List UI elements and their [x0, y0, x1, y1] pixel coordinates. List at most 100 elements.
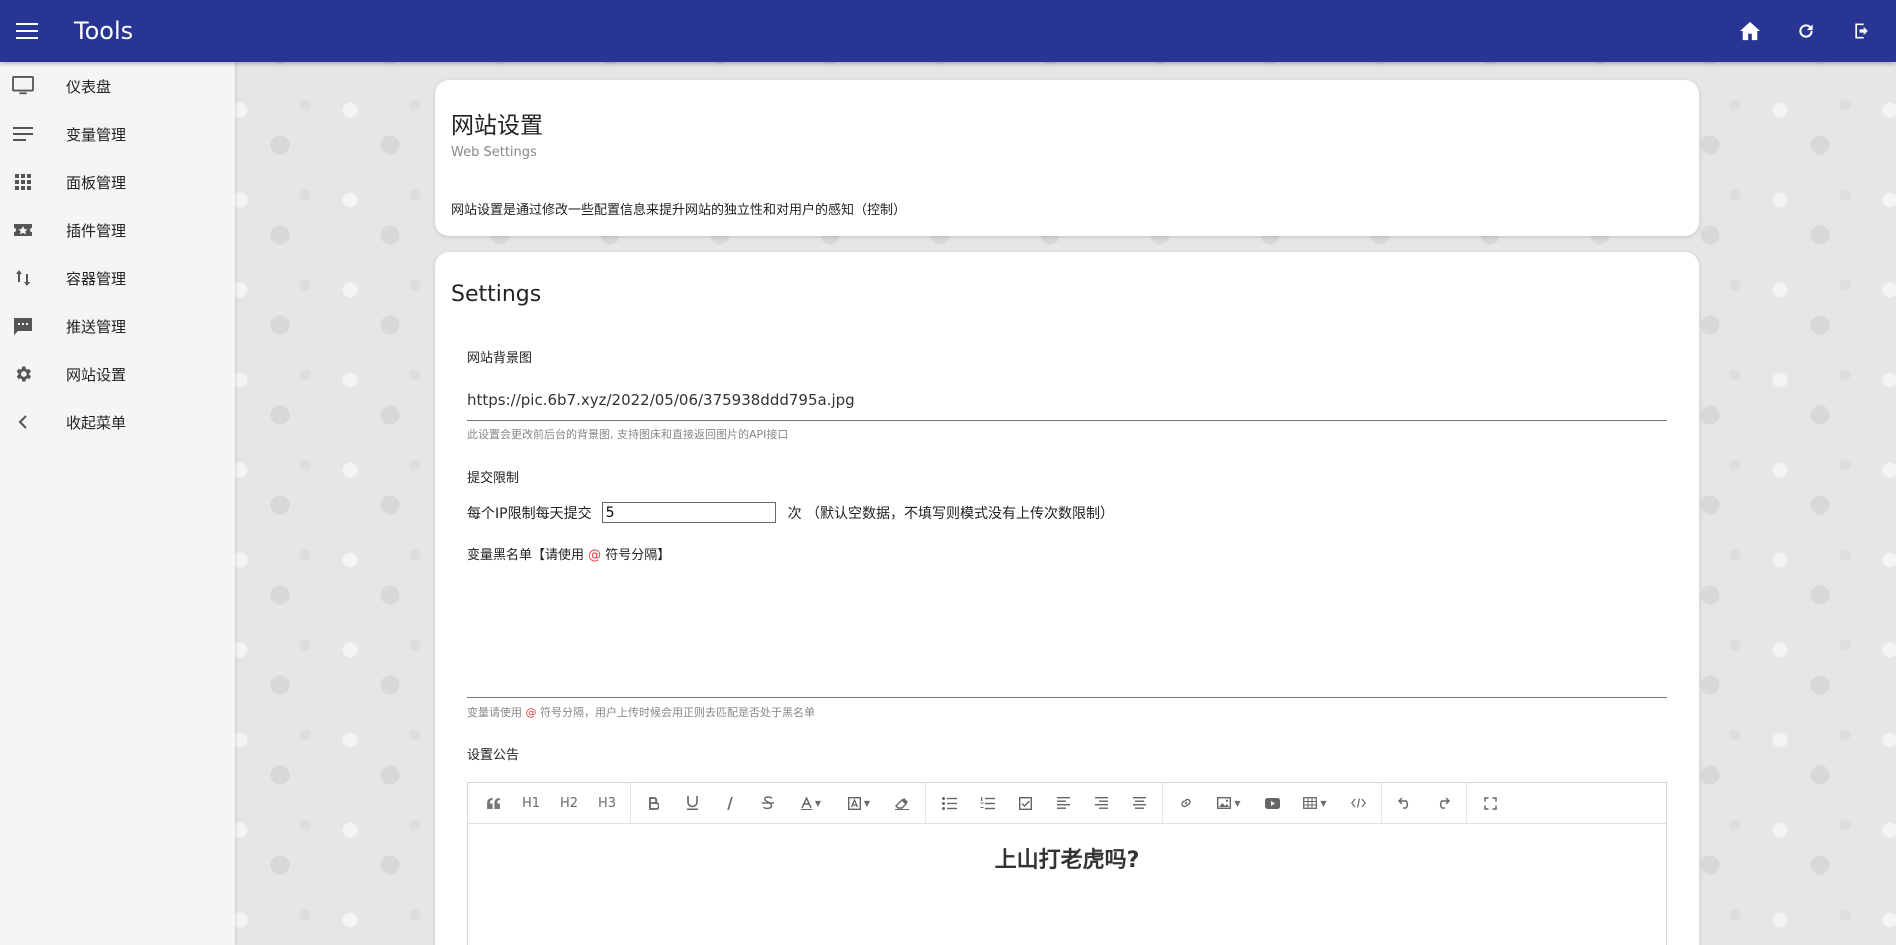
checklist-icon — [1018, 796, 1032, 810]
eraser-icon — [895, 797, 909, 810]
highlight-icon — [847, 796, 861, 810]
blacklist-hint: 变量请使用 @ 符号分隔，用户上传时候会用正则去匹配是否处于黑名单 — [467, 704, 815, 720]
list-icon — [13, 127, 33, 141]
bold-button[interactable] — [635, 783, 673, 824]
background-image-hint: 此设置会更改前后台的背景图, 支持图床和直接返回图片的API接口 — [467, 428, 789, 441]
undo-icon — [1398, 797, 1409, 809]
h2-button[interactable]: H2 — [550, 783, 588, 824]
sidebar-item-variables[interactable]: 变量管理 — [0, 110, 235, 158]
sidebar-item-push[interactable]: 推送管理 — [0, 302, 235, 350]
menu-button[interactable] — [0, 0, 54, 62]
undo-button[interactable] — [1386, 783, 1424, 824]
clear-format-button[interactable] — [883, 783, 921, 824]
blacklist-hint-pre: 变量请使用 — [467, 706, 526, 719]
toolbar-divider — [925, 782, 926, 824]
hamburger-icon — [16, 23, 38, 39]
logout-icon — [1855, 23, 1868, 39]
settings-title: Settings — [451, 282, 542, 307]
at-symbol: @ — [588, 548, 602, 563]
sidebar-item-web-settings[interactable]: 网站设置 — [0, 350, 235, 398]
align-left-icon — [1056, 797, 1070, 809]
fullscreen-button[interactable] — [1471, 783, 1509, 824]
italic-button[interactable] — [711, 783, 749, 824]
toolbar-divider — [1162, 782, 1163, 824]
sidebar-item-label: 容器管理 — [66, 269, 127, 288]
strikethrough-icon — [762, 796, 774, 810]
notice-editor: H1 H2 H3 ▼ ▼ ▼ ▼ 上山打老虎吗? — [467, 782, 1667, 945]
sidebar-item-panels[interactable]: 面板管理 — [0, 158, 235, 206]
h1-button[interactable]: H1 — [512, 783, 550, 824]
chevron-down-icon: ▼ — [863, 798, 871, 808]
background-image-input[interactable] — [467, 379, 1667, 421]
swap-vertical-icon — [16, 270, 30, 286]
video-button[interactable] — [1253, 783, 1291, 824]
table-button[interactable]: ▼ — [1291, 783, 1339, 824]
strikethrough-button[interactable] — [749, 783, 787, 824]
page-subtitle: Web Settings — [451, 145, 537, 160]
bullet-list-button[interactable] — [930, 783, 968, 824]
blacklist-label-post: 符号分隔】 — [601, 548, 671, 563]
sidebar-item-plugins[interactable]: 插件管理 — [0, 206, 235, 254]
blacklist-hint-post: 符号分隔，用户上传时候会用正则去匹配是否处于黑名单 — [536, 706, 815, 719]
submit-limit-prefix: 每个IP限制每天提交 — [467, 505, 592, 522]
sidebar-item-label: 插件管理 — [66, 221, 127, 240]
sidebar-item-collapse[interactable]: 收起菜单 — [0, 398, 235, 446]
app-title: Tools — [74, 17, 134, 45]
apps-grid-icon — [15, 174, 31, 190]
logout-button[interactable] — [1834, 0, 1890, 62]
sidebar-item-dashboard[interactable]: 仪表盘 — [0, 62, 235, 110]
submit-limit-input[interactable] — [601, 502, 776, 523]
align-left-button[interactable] — [1044, 783, 1082, 824]
submit-limit-label: 提交限制 — [467, 471, 520, 486]
notice-label: 设置公告 — [467, 748, 520, 763]
redo-icon — [1439, 797, 1450, 809]
ordered-list-button[interactable] — [968, 783, 1006, 824]
background-color-button[interactable]: ▼ — [835, 783, 883, 824]
ordered-list-icon — [980, 796, 995, 809]
sidebar-item-label: 面板管理 — [66, 173, 127, 192]
link-button[interactable] — [1167, 783, 1205, 824]
align-center-button[interactable] — [1120, 783, 1158, 824]
align-right-icon — [1094, 797, 1108, 809]
blacklist-textarea[interactable] — [467, 570, 1667, 698]
h3-button[interactable]: H3 — [588, 783, 626, 824]
message-icon — [14, 318, 32, 335]
sidebar-item-label: 网站设置 — [66, 365, 127, 384]
gear-icon — [16, 366, 32, 382]
underline-button[interactable] — [673, 783, 711, 824]
quote-button[interactable] — [474, 783, 512, 824]
chevron-left-icon — [18, 415, 27, 429]
image-button[interactable]: ▼ — [1205, 783, 1253, 824]
submit-limit-row: 每个IP限制每天提交 次 （默认空数据，不填写则模式没有上传次数限制） — [467, 502, 1114, 523]
video-icon — [1264, 797, 1280, 809]
chevron-down-icon: ▼ — [1320, 798, 1327, 808]
at-symbol: @ — [525, 706, 537, 719]
toolbar-divider — [630, 782, 631, 824]
code-icon — [1350, 798, 1366, 808]
code-button[interactable] — [1339, 783, 1377, 824]
sidebar-item-label: 仪表盘 — [66, 77, 112, 96]
editor-content[interactable]: 上山打老虎吗? — [468, 824, 1666, 874]
page-title: 网站设置 — [451, 113, 543, 139]
sidebar-item-label: 推送管理 — [66, 317, 127, 336]
submit-limit-suffix: 次 （默认空数据，不填写则模式没有上传次数限制） — [787, 505, 1115, 522]
fullscreen-icon — [1483, 796, 1497, 810]
redo-button[interactable] — [1424, 783, 1462, 824]
refresh-icon — [1799, 24, 1813, 38]
home-icon — [1740, 21, 1760, 41]
align-right-button[interactable] — [1082, 783, 1120, 824]
bullet-list-icon — [941, 796, 957, 810]
editor-toolbar: H1 H2 H3 ▼ ▼ ▼ ▼ — [468, 782, 1666, 824]
star-box-icon — [14, 224, 32, 236]
settings-card: Settings 网站背景图 此设置会更改前后台的背景图, 支持图床和直接返回图… — [435, 252, 1699, 945]
link-icon — [1181, 798, 1191, 808]
checklist-button[interactable] — [1006, 783, 1044, 824]
toolbar-divider — [1381, 782, 1382, 824]
sidebar-item-containers[interactable]: 容器管理 — [0, 254, 235, 302]
home-button[interactable] — [1722, 0, 1778, 62]
refresh-button[interactable] — [1778, 0, 1834, 62]
app-bar: Tools — [0, 0, 1896, 62]
quote-icon — [486, 797, 500, 809]
background-image-label: 网站背景图 — [467, 351, 533, 366]
font-color-button[interactable]: ▼ — [787, 783, 835, 824]
